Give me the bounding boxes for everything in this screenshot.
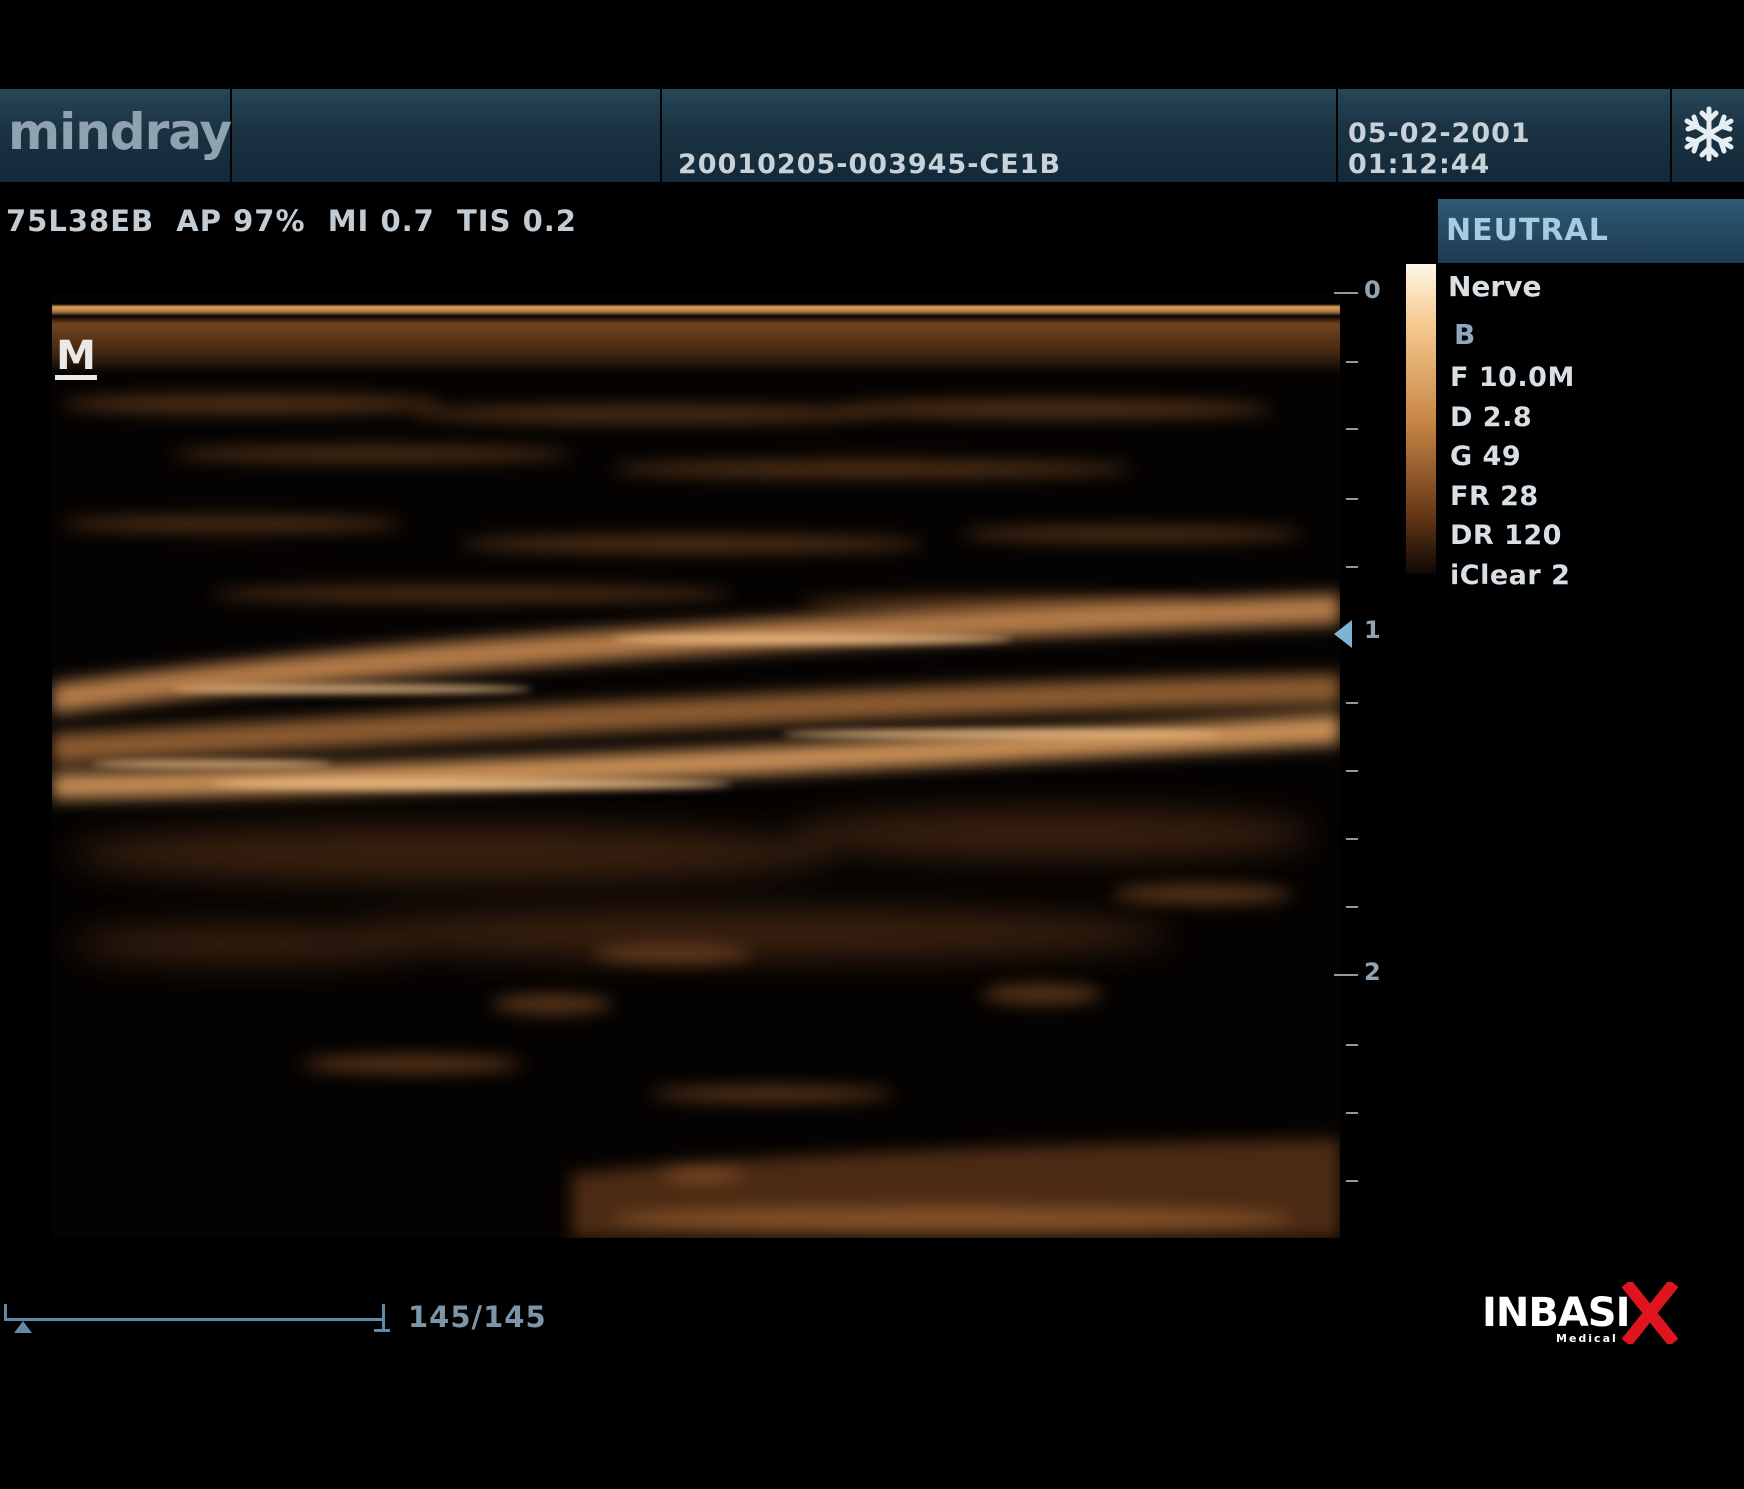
depth-tick: [1346, 770, 1358, 772]
mode-tag-label: NEUTRAL: [1446, 213, 1609, 248]
depth-label: 1: [1364, 616, 1381, 644]
brand-logo: mindray: [8, 103, 232, 161]
exam-datetime: 05-02-2001 01:12:44: [1348, 118, 1531, 180]
acoustic-params: 75L38EB AP 97% MI 0.7 TIS 0.2: [6, 204, 577, 238]
cine-slider[interactable]: [4, 1304, 394, 1336]
depth-tick: [1334, 292, 1358, 294]
watermark-text: inbasi: [1482, 1290, 1630, 1336]
cine-track[interactable]: [4, 1318, 384, 1321]
param-dynamic-range: DR 120: [1450, 520, 1562, 551]
depth-tick: [1346, 702, 1358, 704]
header-empty-cell: [232, 89, 662, 182]
param-gain: G 49: [1450, 441, 1522, 472]
param-frame-rate: FR 28: [1450, 480, 1539, 512]
depth-tick: [1346, 1044, 1358, 1046]
ultrasound-image[interactable]: [52, 294, 1340, 1238]
depth-tick: [1346, 361, 1358, 363]
header-bar: mindray 20010205-003945-CE1B 05-02-2001 …: [0, 89, 1744, 182]
exam-preset: Nerve: [1448, 270, 1542, 303]
depth-tick: [1346, 838, 1358, 840]
depth-tick: [1346, 1180, 1358, 1182]
watermark-subtitle: Medical: [1556, 1332, 1618, 1345]
param-iclear: iClear 2: [1450, 559, 1571, 591]
depth-scale: 0 1 2: [1332, 276, 1392, 1220]
ultrasound-screen: mindray 20010205-003945-CE1B 05-02-2001 …: [0, 0, 1744, 1489]
patient-id-cell: 20010205-003945-CE1B: [662, 89, 1338, 182]
focus-marker[interactable]: [1334, 620, 1352, 648]
depth-tick: [1346, 428, 1358, 430]
cine-end-marker: [382, 1304, 385, 1332]
watermark-x-mark: [1622, 1282, 1678, 1344]
freeze-button[interactable]: [1672, 89, 1744, 182]
depth-tick: [1346, 1112, 1358, 1114]
grayscale-map-bar: [1406, 264, 1436, 574]
depth-label: 0: [1364, 276, 1381, 304]
orientation-marker: M: [55, 333, 97, 380]
datetime-cell: 05-02-2001 01:12:44: [1338, 89, 1672, 182]
speckle-texture: [52, 394, 1340, 1238]
imaging-mode: B: [1454, 318, 1476, 351]
logo-cell: mindray: [0, 89, 232, 182]
watermark-logo: inbasi Medical: [1480, 1282, 1680, 1352]
cine-end-marker-foot: [374, 1329, 390, 1332]
param-depth: D 2.8: [1450, 401, 1533, 433]
depth-tick: [1346, 906, 1358, 908]
patient-id: 20010205-003945-CE1B: [678, 149, 1062, 180]
mode-tag: NEUTRAL: [1438, 199, 1744, 263]
depth-tick: [1346, 498, 1358, 500]
imaging-params-list: F 10.0M D 2.8 G 49 FR 28 DR 120 iClear 2: [1450, 358, 1575, 595]
snowflake-icon: [1684, 106, 1734, 162]
depth-tick: [1334, 974, 1358, 976]
param-frequency: F 10.0M: [1450, 362, 1575, 393]
depth-label: 2: [1364, 958, 1381, 986]
depth-tick: [1346, 566, 1358, 568]
cine-frame-count: 145/145: [408, 1300, 547, 1334]
cine-position-marker[interactable]: [14, 1321, 32, 1333]
